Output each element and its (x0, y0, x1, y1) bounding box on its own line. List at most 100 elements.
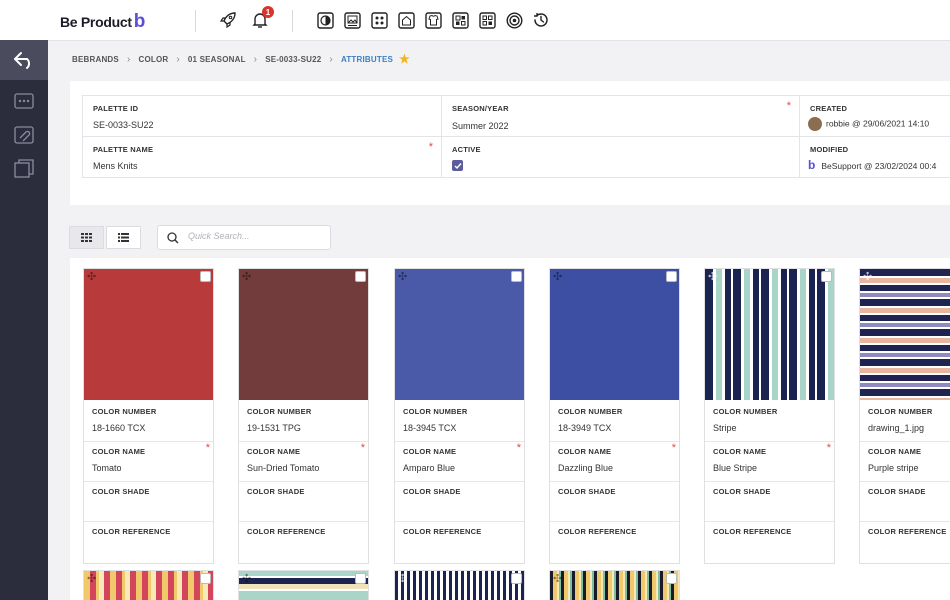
chevron-right-icon: › (329, 53, 333, 65)
toolbar-divider (292, 10, 293, 32)
search-input[interactable] (188, 231, 323, 241)
breadcrumb-item-seasonal[interactable]: 01 SEASONAL (188, 55, 246, 64)
back-button[interactable] (0, 40, 48, 80)
field-label: COLOR REFERENCE (247, 527, 326, 536)
color-swatch[interactable] (239, 269, 368, 400)
grid-view-button[interactable] (69, 226, 104, 249)
palette-name-field[interactable]: PALETTE NAME * Mens Knits (82, 136, 442, 178)
qr-board-icon[interactable] (451, 11, 469, 29)
stripe-swatch[interactable] (860, 269, 950, 400)
color-number-value: Stripe (713, 423, 737, 433)
color-card[interactable]: ✣ (394, 570, 525, 600)
color-card[interactable]: ✣ COLOR NUMBER drawing_1.jpg COLOR NAME Pu… (859, 268, 950, 564)
contrast-icon[interactable] (316, 11, 334, 29)
app-logo[interactable]: Be Product b (60, 11, 145, 33)
home-board-icon[interactable] (397, 11, 415, 29)
palette-id-field[interactable]: PALETTE ID SE-0033-SU22 (82, 95, 442, 137)
list-view-button[interactable] (106, 226, 141, 249)
stripe-swatch[interactable] (705, 269, 834, 400)
stripe-swatch[interactable] (395, 571, 524, 600)
required-asterisk: * (360, 442, 365, 454)
color-swatch[interactable] (84, 269, 213, 400)
stripe-swatch[interactable] (84, 571, 213, 600)
field-label: PALETTE NAME (93, 145, 154, 154)
drag-handle-icon[interactable]: ✣ (242, 270, 251, 283)
field-label: COLOR NAME (558, 447, 612, 456)
history-icon[interactable] (532, 11, 550, 29)
color-name-value: Blue Stripe (713, 463, 758, 473)
select-checkbox[interactable] (511, 573, 522, 584)
color-card[interactable]: ✣ COLOR NUMBER 18-3945 TCX COLOR NAME * Amp… (394, 268, 525, 564)
color-card[interactable]: ✣ (549, 570, 680, 600)
field-label: COLOR NUMBER (868, 407, 933, 416)
drag-handle-icon[interactable]: ✣ (553, 572, 562, 585)
select-checkbox[interactable] (821, 271, 832, 282)
select-checkbox[interactable] (666, 573, 677, 584)
check-icon (454, 162, 462, 169)
select-checkbox[interactable] (200, 573, 211, 584)
more-button[interactable] (0, 84, 48, 118)
field-label: COLOR SHADE (403, 487, 461, 496)
drag-handle-icon[interactable]: ✣ (87, 572, 96, 585)
stripe-swatch[interactable] (550, 571, 679, 600)
shirt-icon[interactable] (424, 11, 442, 29)
color-card[interactable]: ✣ COLOR NUMBER 19-1531 TPG COLOR NAME * Sun… (238, 268, 369, 564)
more-dots-icon (14, 93, 34, 109)
favorite-star-icon[interactable]: ★ (399, 52, 410, 66)
rocket-icon[interactable] (219, 11, 237, 29)
palette-id-value: SE-0033-SU22 (93, 120, 154, 130)
drag-handle-icon[interactable]: ✣ (398, 270, 407, 283)
image-board-icon[interactable] (343, 11, 361, 29)
color-number-value: 18-1660 TCX (92, 423, 146, 433)
drag-handle-icon[interactable]: ✣ (863, 270, 872, 283)
active-checkbox[interactable] (452, 160, 463, 171)
drag-handle-icon[interactable]: ✣ (708, 270, 717, 283)
season-year-field[interactable]: SEASON/YEAR * Summer 2022 (441, 95, 800, 137)
color-card[interactable]: ✣ (83, 570, 214, 600)
select-checkbox[interactable] (511, 271, 522, 282)
stripe-swatch[interactable] (239, 571, 368, 600)
color-card[interactable]: ✣ COLOR NUMBER Stripe COLOR NAME * Blue Str… (704, 268, 835, 564)
field-label: MODIFIED (810, 145, 849, 154)
color-swatch[interactable] (395, 269, 524, 400)
field-label: COLOR NAME (92, 447, 146, 456)
target-icon[interactable] (505, 11, 523, 29)
color-swatch[interactable] (550, 269, 679, 400)
attachments-button[interactable] (0, 118, 48, 152)
color-card[interactable]: ✣ COLOR NUMBER 18-1660 TCX COLOR NAME * Tom… (83, 268, 214, 564)
field-label: COLOR REFERENCE (92, 527, 171, 536)
field-label: COLOR SHADE (247, 487, 305, 496)
created-value: robbie @ 29/06/2021 14:10 (808, 117, 929, 131)
field-label: COLOR NUMBER (247, 407, 312, 416)
color-card[interactable]: ✣ COLOR NUMBER 18-3949 TCX COLOR NAME * Daz… (549, 268, 680, 564)
drag-handle-icon[interactable]: ✣ (553, 270, 562, 283)
drag-handle-icon[interactable]: ✣ (398, 572, 407, 585)
breadcrumb-item-color[interactable]: COLOR (138, 55, 168, 64)
copy-button[interactable] (0, 152, 48, 186)
palette-name-value: Mens Knits (93, 161, 138, 171)
apps-board-icon[interactable] (478, 11, 496, 29)
color-number-value: 18-3949 TCX (558, 423, 612, 433)
grid-board-icon[interactable] (370, 11, 388, 29)
select-checkbox[interactable] (666, 271, 677, 282)
color-number-value: drawing_1.jpg (868, 423, 925, 433)
required-asterisk: * (516, 442, 521, 454)
drag-handle-icon[interactable]: ✣ (242, 572, 251, 585)
select-checkbox[interactable] (200, 271, 211, 282)
select-checkbox[interactable] (355, 271, 366, 282)
toolbar-divider (195, 10, 196, 32)
color-card[interactable]: ✣ (238, 570, 369, 600)
breadcrumb-item-bebrands[interactable]: BEBRANDS (72, 55, 119, 64)
select-checkbox[interactable] (355, 573, 366, 584)
breadcrumb: BEBRANDS › COLOR › 01 SEASONAL › SE-0033… (72, 52, 410, 66)
required-asterisk: * (671, 442, 676, 454)
field-label: ACTIVE (452, 145, 481, 154)
chevron-right-icon: › (176, 53, 180, 65)
drag-handle-icon[interactable]: ✣ (87, 270, 96, 283)
field-label: COLOR SHADE (713, 487, 771, 496)
breadcrumb-item-palette[interactable]: SE-0033-SU22 (265, 55, 321, 64)
field-label: COLOR REFERENCE (713, 527, 792, 536)
created-text: robbie @ 29/06/2021 14:10 (826, 118, 930, 129)
bell-icon[interactable]: 1 (251, 6, 274, 29)
active-field: ACTIVE (441, 136, 800, 178)
